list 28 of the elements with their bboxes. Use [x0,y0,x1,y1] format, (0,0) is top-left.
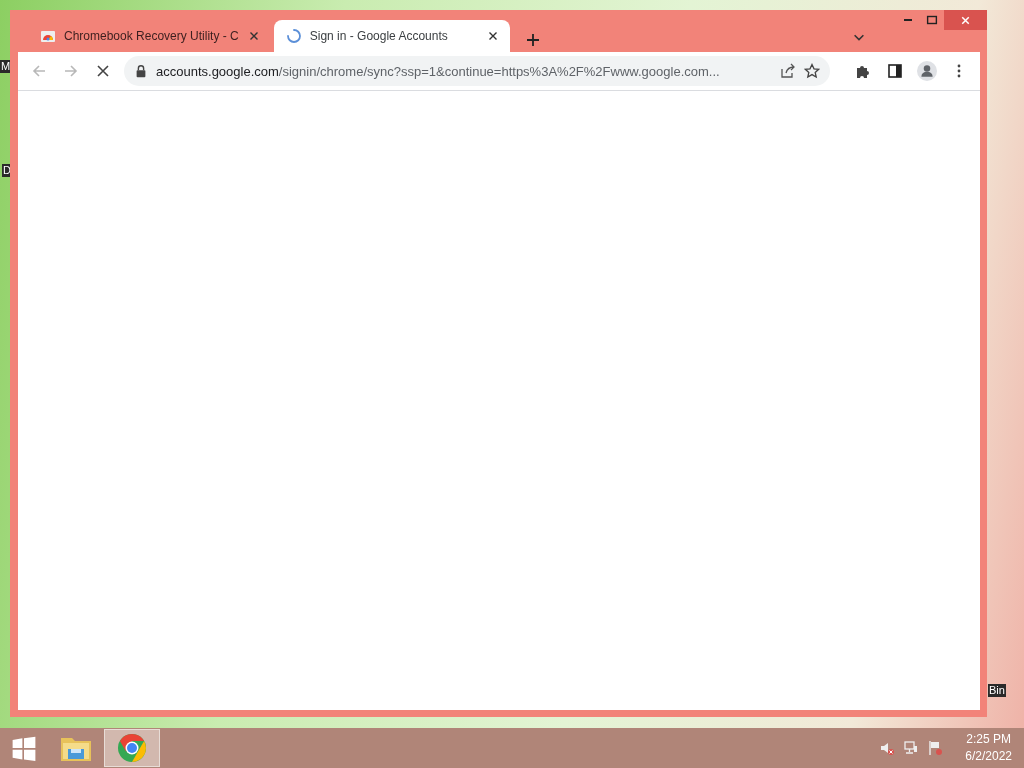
loading-spinner-icon [285,28,302,44]
favicon-icon [40,28,56,44]
avatar-icon [917,61,937,81]
close-icon [95,63,111,79]
clock-time: 2:25 PM [966,731,1011,748]
profile-button[interactable] [914,58,940,84]
taskbar-app-button[interactable] [104,729,160,767]
network-icon[interactable] [903,740,920,756]
star-icon[interactable] [804,63,820,79]
minimize-icon [904,19,912,21]
back-arrow-icon [31,63,47,79]
forward-arrow-icon [63,63,79,79]
windows-logo-icon [11,735,37,761]
clock-date: 6/2/2022 [965,748,1012,765]
browser-tab[interactable]: Sign in - Google Accounts [273,20,510,52]
address-bar[interactable]: accounts.google.com/signin/chrome/sync?ssp=1&continue=https%3A%2F%2Fwww.google.com... [124,56,830,86]
desktop-icon-label: Bin [988,684,1006,697]
speaker-muted-icon[interactable] [879,740,896,756]
maximize-icon [925,13,939,27]
share-icon[interactable] [780,63,796,79]
side-panel-icon [887,63,903,79]
plus-icon [524,32,541,48]
chrome-icon [117,733,147,763]
flag-alert-icon[interactable] [927,740,944,756]
url-text: accounts.google.com/signin/chrome/sync?ssp=1&continue=https%3A%2F%2Fwww.google.com... [156,63,721,79]
lock-icon [134,64,148,78]
puzzle-icon [855,63,871,79]
browser-tab[interactable]: Chromebook Recovery Utility - C [28,20,271,52]
